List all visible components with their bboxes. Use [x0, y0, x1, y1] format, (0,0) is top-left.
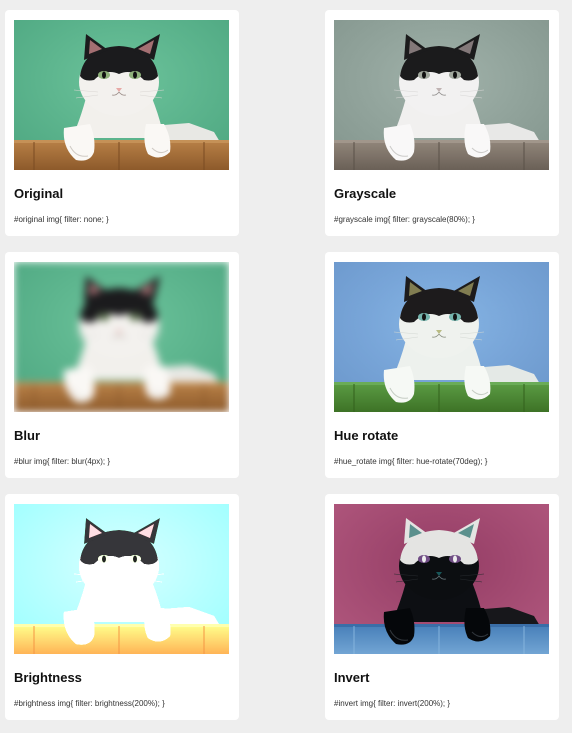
- filter-card-blur: Blur #blur img{ filter: blur(4px); }: [5, 252, 239, 478]
- card-title: Original: [14, 186, 64, 201]
- card-css-code: #invert img{ filter: invert(200%); }: [334, 699, 451, 708]
- filter-card-hue-rotate: Hue rotate #hue_rotate img{ filter: hue-…: [325, 252, 559, 478]
- card-css-code: #blur img{ filter: blur(4px); }: [14, 457, 111, 466]
- cat-photo-frame: [334, 262, 549, 412]
- filter-card-brightness: Brightness #brightness img{ filter: brig…: [5, 494, 239, 720]
- cat-photo: [334, 504, 549, 654]
- cat-photo-frame: [334, 504, 549, 654]
- card-title: Blur: [14, 428, 40, 443]
- filter-card-invert: Invert #invert img{ filter: invert(200%)…: [325, 494, 559, 720]
- cat-photo-frame: [14, 20, 229, 170]
- card-css-code: #hue_rotate img{ filter: hue-rotate(70de…: [334, 457, 488, 466]
- cat-photo-frame: [14, 504, 229, 654]
- cat-photo: [14, 262, 229, 412]
- cat-photo-frame: [14, 262, 229, 412]
- cat-photo: [14, 504, 229, 654]
- filter-card-original: Original #original img{ filter: none; }: [5, 10, 239, 236]
- cat-photo: [334, 20, 549, 170]
- card-title: Hue rotate: [334, 428, 399, 443]
- card-title: Grayscale: [334, 186, 397, 201]
- card-css-code: #grayscale img{ filter: grayscale(80%); …: [334, 215, 475, 224]
- cat-photo: [14, 20, 229, 170]
- card-title: Invert: [334, 670, 370, 685]
- card-css-code: #brightness img{ filter: brightness(200%…: [14, 699, 165, 708]
- cat-photo-frame: [334, 20, 549, 170]
- card-css-code: #original img{ filter: none; }: [14, 215, 109, 224]
- card-title: Brightness: [14, 670, 82, 685]
- cat-photo: [334, 262, 549, 412]
- filter-card-grayscale: Grayscale #grayscale img{ filter: graysc…: [325, 10, 559, 236]
